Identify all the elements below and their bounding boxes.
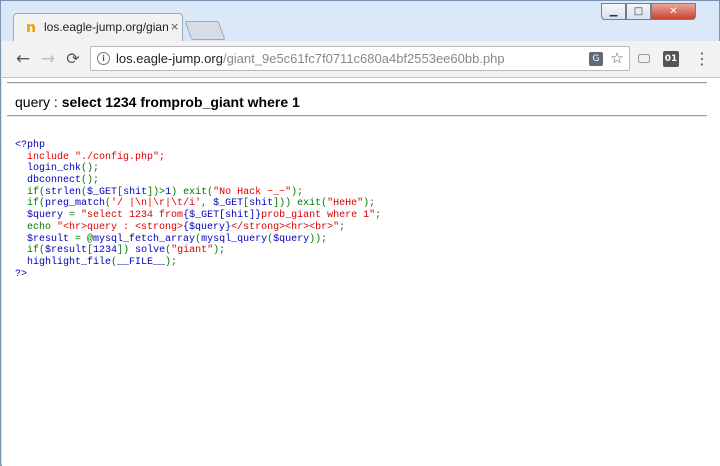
code-line: $query = "select 1234 from{$_GET[shit]}p… (15, 210, 715, 222)
code-token: ?> (15, 268, 28, 280)
query-output: query : select 1234 fromprob_giant where… (15, 92, 705, 112)
extension-icon[interactable]: 01 (663, 51, 679, 67)
code-token: $query (15, 210, 70, 222)
code-token: ; (339, 221, 346, 233)
code-token: ])> (147, 186, 166, 198)
favicon-icon: n (26, 20, 36, 36)
code-token: mysql_fetch_array (93, 233, 196, 245)
divider-bottom (7, 115, 707, 117)
code-token: "select 1234 from (81, 210, 184, 222)
code-token: '/ |\n|\r|\t/i' (111, 198, 202, 210)
address-bar[interactable]: i los.eagle-jump.org/giant_9e5c61fc7f071… (90, 46, 630, 71)
code-token: {$_GET[shit]} (183, 210, 262, 222)
browser-window: n los.eagle-jump.org/giant_9e5c61fc7f071… (0, 0, 720, 466)
url-path: /giant_9e5c61fc7f0711c680a4bf2553ee60bb.… (222, 51, 505, 66)
code-token: ); (213, 245, 226, 257)
url-host: los.eagle-jump.org (116, 51, 223, 66)
code-token: if( (15, 186, 46, 198)
query-value: select 1234 fromprob_giant where 1 (61, 94, 300, 110)
code-token: ]) (117, 245, 136, 257)
code-line: ?> (15, 269, 715, 281)
code-token: {$query} (183, 221, 232, 233)
code-token: ); (291, 186, 304, 198)
code-token: if( (15, 245, 46, 257)
back-arrow-icon[interactable]: ← (13, 49, 33, 69)
new-tab-button[interactable] (184, 21, 226, 40)
code-token: <?php (15, 140, 46, 151)
code-token: $query (273, 233, 310, 245)
code-line: highlight_file(__FILE__); (15, 257, 715, 269)
code-token: mysql_query (201, 233, 268, 245)
code-line: dbconnect(); (15, 175, 715, 187)
url-text[interactable]: los.eagle-jump.org/giant_9e5c61fc7f0711c… (116, 51, 586, 67)
code-token: $_GET (87, 186, 118, 198)
page-content: query : select 1234 fromprob_giant where… (2, 78, 720, 466)
code-line: login_chk(); (15, 163, 715, 175)
code-token: = @ (75, 233, 94, 245)
code-token: "No Hack ~_~" (213, 186, 292, 198)
code-line: include "./config.php"; (15, 152, 715, 164)
menu-icon[interactable]: ⋮ (694, 49, 710, 69)
divider-top (7, 82, 707, 84)
code-token: echo (15, 221, 58, 233)
code-token: shit (123, 186, 148, 198)
code-token: $result (45, 245, 88, 257)
code-token: ) exit( (171, 186, 214, 198)
browser-toolbar: ← → ⟳ i los.eagle-jump.org/giant_9e5c61f… (2, 41, 720, 78)
query-label: query : (15, 94, 62, 110)
code-token: $result (15, 233, 76, 245)
tab-title: los.eagle-jump.org/giant_9e5c61fc7f0711c… (44, 20, 168, 34)
code-line: <?php (15, 140, 715, 152)
tab-active[interactable]: n los.eagle-jump.org/giant_9e5c61fc7f071… (13, 13, 183, 41)
code-token: = (69, 210, 82, 222)
title-bar: n los.eagle-jump.org/giant_9e5c61fc7f071… (1, 1, 719, 41)
code-token: dbconnect (15, 175, 82, 187)
code-token: </strong><hr><br>" (231, 221, 340, 233)
code-token: strlen (45, 186, 82, 198)
code-token: 1234 (93, 245, 118, 257)
code-token: solve (135, 245, 166, 257)
code-token: (); (81, 175, 100, 187)
source-code: <?php include "./config.php"; login_chk(… (15, 140, 715, 280)
forward-arrow-icon[interactable]: → (38, 49, 58, 69)
code-line: $result = @mysql_fetch_array(mysql_query… (15, 234, 715, 246)
code-line: if(preg_match('/ |\n|\r|\t/i', $_GET[shi… (15, 198, 715, 210)
code-token: , (201, 198, 214, 210)
code-token: ); (165, 256, 178, 268)
code-token: "<hr>query : <strong> (57, 221, 184, 233)
code-token: include "./config.php"; (15, 151, 166, 163)
code-token: ; (375, 210, 382, 222)
code-token: ); (363, 198, 376, 210)
code-token: prob_giant where 1" (261, 210, 376, 222)
code-token: shit (249, 198, 274, 210)
code-token: $_GET (213, 198, 244, 210)
star-icon[interactable]: ☆ (609, 49, 625, 67)
tab-close-icon[interactable]: × (170, 20, 180, 34)
code-token: preg_match (45, 198, 106, 210)
code-token: "HeHe" (327, 198, 364, 210)
code-line: echo "<hr>query : <strong>{$query}</stro… (15, 222, 715, 234)
code-token: (); (81, 163, 100, 175)
minimize-button[interactable]: ▁ (601, 3, 626, 20)
code-token: if( (15, 198, 46, 210)
code-token: ])) exit( (273, 198, 328, 210)
code-line: if(strlen($_GET[shit])>1) exit("No Hack … (15, 187, 715, 199)
code-token: highlight_file (15, 256, 112, 268)
maximize-button[interactable]: □ (626, 3, 651, 20)
code-token: __FILE__ (117, 256, 166, 268)
code-token: login_chk (15, 163, 82, 175)
translate-icon[interactable]: G (589, 52, 603, 66)
code-token: "giant" (171, 245, 214, 257)
reload-icon[interactable]: ⟳ (63, 49, 83, 69)
code-token: )); (309, 233, 328, 245)
close-window-button[interactable]: ✕ (651, 3, 696, 20)
cast-icon[interactable] (638, 54, 650, 63)
info-icon[interactable]: i (97, 52, 110, 65)
code-line: if($result[1234]) solve("giant"); (15, 245, 715, 257)
